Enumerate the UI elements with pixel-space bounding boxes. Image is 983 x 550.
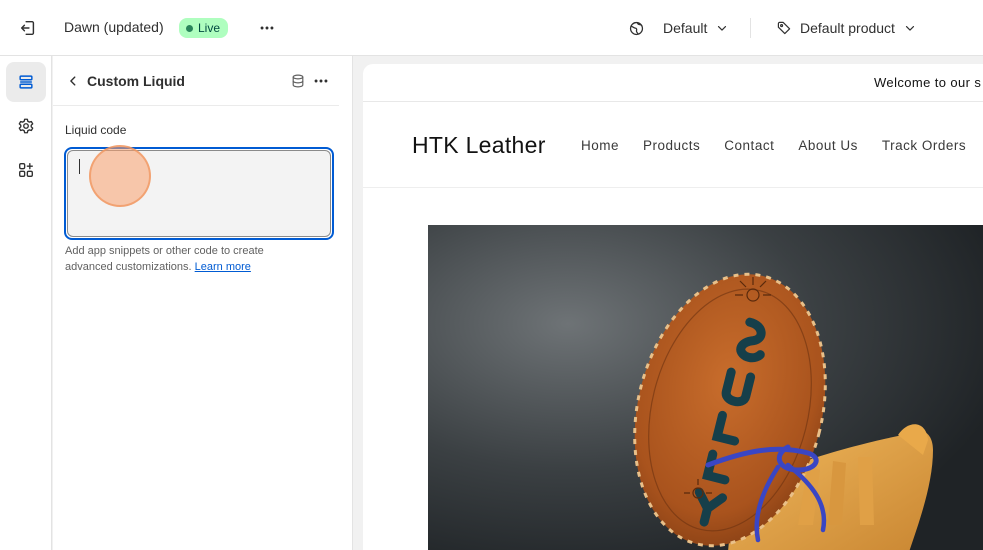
theme-name: Dawn (updated) (64, 19, 164, 35)
live-status-badge: Live (179, 18, 229, 38)
panel-title: Custom Liquid (87, 73, 185, 89)
database-icon (292, 74, 304, 88)
template-selector[interactable]: Default product (770, 14, 923, 42)
exit-icon (20, 20, 35, 36)
store-nav: Home Products Contact About Us Track Ord… (581, 138, 966, 153)
liquid-code-focus-ring (64, 147, 334, 240)
nav-link-products[interactable]: Products (643, 138, 700, 153)
chevron-down-icon (905, 26, 915, 31)
locale-selector[interactable]: Default (622, 14, 735, 42)
theme-actions-button[interactable] (253, 14, 281, 42)
chevron-left-icon (70, 76, 76, 86)
back-button[interactable] (61, 69, 85, 93)
editor-sidebar-rail (0, 56, 52, 550)
section-actions-button[interactable] (309, 69, 333, 93)
liquid-code-input[interactable] (67, 150, 331, 237)
live-dot-icon (186, 24, 193, 32)
tag-icon (777, 21, 791, 35)
sections-icon (19, 75, 33, 89)
globe-icon (629, 21, 644, 35)
topbar-divider (750, 18, 751, 38)
nav-link-about-us[interactable]: About Us (798, 138, 858, 153)
editor-topbar: Dawn (updated) Live Default Default prod… (0, 0, 983, 56)
live-status-label: Live (198, 21, 221, 35)
sections-button[interactable] (6, 62, 46, 102)
liquid-code-help-text: Add app snippets or other code to create… (65, 243, 295, 275)
text-caret (79, 159, 80, 174)
apps-icon (19, 163, 33, 177)
store-logo-text[interactable]: HTK Leather (412, 132, 546, 159)
storefront-preview: Welcome to our s HTK Leather Home Produc… (363, 64, 983, 550)
store-header: HTK Leather Home Products Contact About … (363, 102, 983, 188)
more-horizontal-icon (314, 79, 328, 83)
leather-moccasin-image (428, 225, 983, 550)
announcement-text: Welcome to our s (874, 75, 982, 90)
template-selector-label: Default product (800, 20, 895, 36)
nav-link-contact[interactable]: Contact (724, 138, 774, 153)
theme-settings-button[interactable] (6, 106, 46, 146)
gear-icon (18, 118, 34, 134)
liquid-code-label: Liquid code (65, 123, 127, 137)
chevron-down-icon (718, 26, 727, 31)
app-embeds-button[interactable] (6, 150, 46, 190)
nav-link-home[interactable]: Home (581, 138, 619, 153)
exit-button[interactable] (14, 14, 42, 42)
product-image (428, 225, 983, 550)
nav-link-track-orders[interactable]: Track Orders (882, 138, 966, 153)
learn-more-link[interactable]: Learn more (195, 261, 251, 273)
locale-selector-label: Default (663, 20, 708, 36)
more-horizontal-icon (260, 26, 274, 30)
section-settings-panel: Custom Liquid Liquid code Add app snippe… (53, 56, 353, 550)
announcement-bar: Welcome to our s (363, 64, 983, 102)
dynamic-source-button[interactable] (286, 69, 310, 93)
panel-header: Custom Liquid (53, 56, 339, 106)
